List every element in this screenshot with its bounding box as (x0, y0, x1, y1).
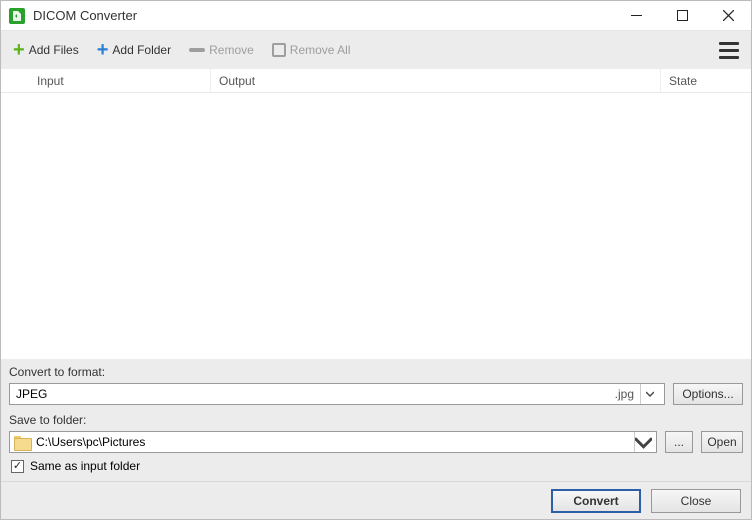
square-icon (272, 43, 286, 57)
folder-label: Save to folder: (9, 413, 743, 427)
plus-icon: + (97, 40, 109, 60)
format-value: JPEG (16, 387, 615, 401)
column-header-output[interactable]: Output (211, 69, 661, 92)
format-select[interactable]: JPEG .jpg (9, 383, 665, 405)
close-window-button[interactable] (705, 1, 751, 31)
footer: Convert Close (1, 481, 751, 519)
same-folder-label: Same as input folder (30, 459, 140, 473)
add-folder-label: Add Folder (112, 43, 171, 57)
format-ext: .jpg (615, 387, 634, 401)
minus-icon (189, 48, 205, 52)
hamburger-icon (719, 42, 739, 45)
same-folder-checkbox[interactable] (11, 460, 24, 473)
convert-button[interactable]: Convert (551, 489, 641, 513)
same-folder-checkbox-row[interactable]: Same as input folder (9, 457, 743, 473)
open-folder-button[interactable]: Open (701, 431, 743, 453)
format-label: Convert to format: (9, 365, 743, 379)
toolbar: + Add Files + Add Folder Remove Remove A… (1, 31, 751, 69)
add-files-button[interactable]: + Add Files (9, 36, 83, 64)
options-button[interactable]: Options... (673, 383, 743, 405)
maximize-button[interactable] (659, 1, 705, 31)
app-icon (9, 8, 25, 24)
table-body[interactable] (1, 93, 751, 359)
remove-all-label: Remove All (290, 43, 351, 57)
close-button[interactable]: Close (651, 489, 741, 513)
chevron-down-icon (640, 384, 658, 404)
title-bar: DICOM Converter (1, 1, 751, 31)
folder-path-input[interactable]: C:\Users\pc\Pictures (9, 431, 657, 453)
chevron-down-icon (634, 432, 652, 452)
folder-icon (14, 436, 30, 449)
remove-label: Remove (209, 43, 254, 57)
add-files-label: Add Files (29, 43, 79, 57)
minimize-button[interactable] (613, 1, 659, 31)
plus-icon: + (13, 40, 25, 60)
add-folder-button[interactable]: + Add Folder (93, 36, 175, 64)
file-list: Input Output State (1, 69, 751, 359)
window-title: DICOM Converter (33, 8, 137, 23)
settings-panel: Convert to format: JPEG .jpg Options... … (1, 359, 751, 481)
table-header: Input Output State (1, 69, 751, 93)
menu-button[interactable] (715, 38, 743, 63)
column-header-input[interactable]: Input (1, 69, 211, 92)
remove-button[interactable]: Remove (185, 39, 258, 61)
browse-button[interactable]: ... (665, 431, 693, 453)
remove-all-button[interactable]: Remove All (268, 39, 355, 61)
folder-path-value: C:\Users\pc\Pictures (36, 435, 145, 449)
column-header-state[interactable]: State (661, 69, 751, 92)
